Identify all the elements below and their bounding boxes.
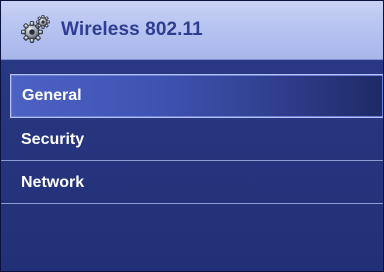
- wireless-settings-window: Wireless 802.11 General Security Network: [0, 0, 384, 272]
- settings-menu: General Security Network: [1, 74, 383, 204]
- menu-item-general[interactable]: General: [10, 74, 383, 118]
- gears-icon: [21, 15, 50, 43]
- menu-item-security[interactable]: Security: [1, 118, 383, 161]
- menu-item-network[interactable]: Network: [1, 161, 383, 204]
- window-title: Wireless 802.11: [61, 19, 203, 40]
- title-bar: Wireless 802.11: [1, 1, 383, 60]
